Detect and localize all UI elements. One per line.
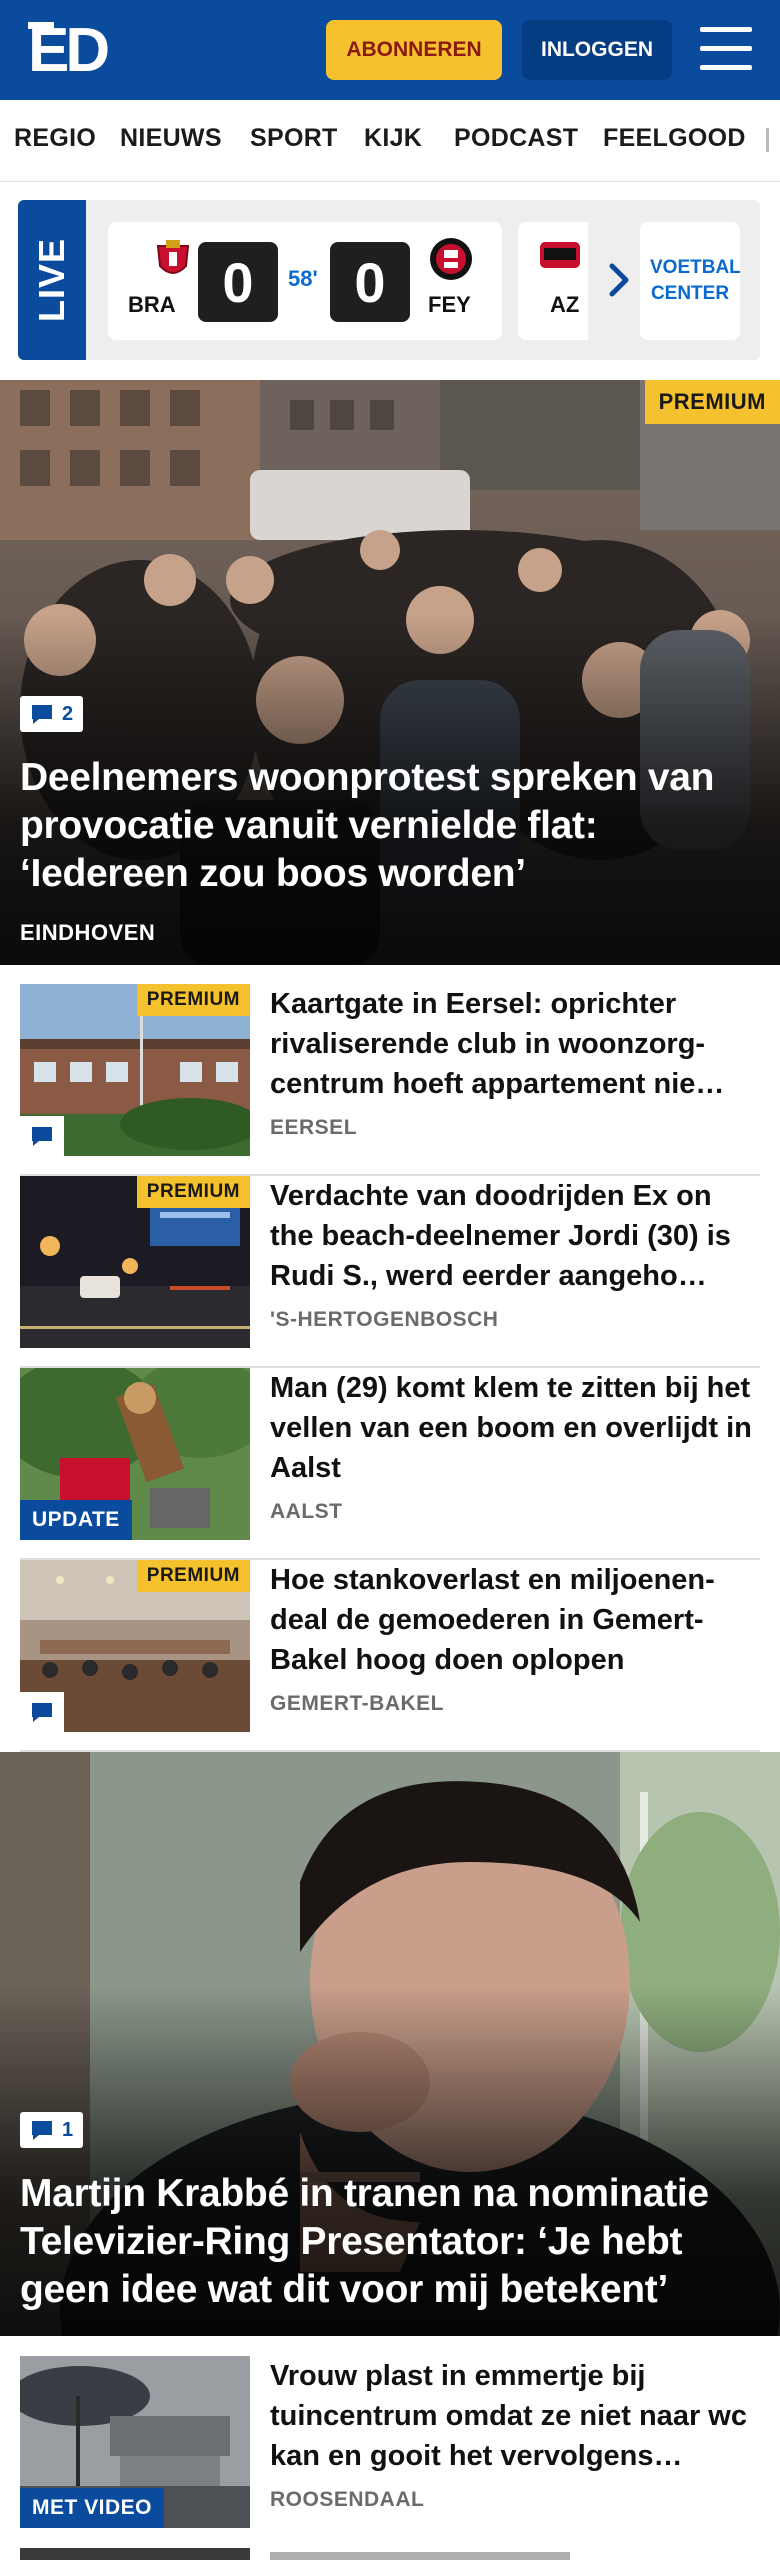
chevron-right-icon[interactable] [604,260,634,300]
feyenoord-crest-icon [430,238,472,280]
article-location: GEMERT-BAKEL [270,1692,444,1715]
login-button[interactable]: INLOGGEN [522,20,672,80]
premium-badge: PREMIUM [136,984,250,1016]
article-headline[interactable]: Verdachte van doodrijden Ex on the beach… [270,1176,760,1296]
live-label: LIVE [18,200,86,360]
article-thumbnail[interactable]: MET VIDEO [20,2356,250,2528]
article-headline[interactable]: Vrouw plast in emmertje bij tuincentrum … [270,2356,760,2476]
comment-badge [20,1692,64,1732]
match-minute: 58' [288,266,318,291]
nav-item-feelgood[interactable]: FEELGOOD [603,124,746,153]
voetbal-center-label: VOETBAL CENTER [650,257,741,304]
hero-article[interactable]: PREMIUM 2 Deelnemers woonprotest spreken… [0,380,780,965]
article-thumbnail[interactable]: PREMIUM [20,1560,250,1732]
comment-count: 2 [62,702,74,725]
voetbal-center-link[interactable]: VOETBAL CENTER [640,222,741,340]
article-item[interactable]: MET VIDEO Vrouw plast in emmertje bij tu… [20,2356,760,2548]
article-thumbnail[interactable]: UPDATE [20,1368,250,1540]
article-item[interactable]: PREMIUM Verdachte van doodrijden Ex on t… [20,1176,760,1368]
article-headline[interactable]: Kaartgate in Eersel: oprichter rivaliser… [270,984,760,1104]
article-location: AALST [270,1500,343,1523]
next-team-code: AZ [550,292,580,317]
hamburger-menu-icon[interactable] [700,27,754,71]
braga-crest-icon [156,240,190,274]
live-match-card[interactable]: BRA 0 58' 0 FEY [108,222,502,340]
live-scores-strip: LIVE BRA 0 58' 0 FEY AZ VOETBAL CENTER [18,200,760,360]
article-location: ROOSENDAAL [270,2488,425,2511]
comment-icon [32,1703,52,1722]
article-item[interactable]: UPDATE Man (29) komt klem te zitten bij … [20,1368,760,1560]
nav-item-podcast[interactable]: PODCAST [454,124,578,153]
article-thumbnail[interactable]: PREMIUM [20,984,250,1156]
article-location: 'S-HERTOGENBOSCH [270,1308,499,1331]
nav-item-kijk[interactable]: KIJK [364,124,422,153]
nav-item-sport[interactable]: SPORT [250,124,338,153]
comment-count: 1 [62,2118,74,2141]
update-badge: UPDATE [20,1500,132,1540]
hero-location: EINDHOVEN [20,920,156,945]
away-score: 0 [330,242,410,322]
az-crest-icon [540,242,580,268]
home-score: 0 [198,242,278,322]
article-item[interactable]: PREMIUM Kaartgate in Eersel: oprichter r… [20,984,760,1176]
away-team-code: FEY [428,292,471,317]
comment-badge [20,1116,64,1156]
section-nav: REGIO NIEUWS SPORT KIJK PODCAST FEELGOOD [0,100,780,182]
article-thumbnail[interactable]: PREMIUM [20,1176,250,1348]
comment-icon [32,2121,52,2140]
premium-badge: PREMIUM [136,1176,250,1208]
article-headline[interactable]: Man (29) komt klem te zitten bij het vel… [270,1368,760,1488]
comment-count-badge: 2 [20,696,84,732]
nav-item-nieuws[interactable]: NIEUWS [120,124,222,153]
article-item[interactable]: PREMIUM Hoe stankoverlast en miljoenen-d… [20,1560,760,1752]
premium-badge: PREMIUM [644,380,780,424]
comment-icon [32,705,52,724]
comment-icon [32,1127,52,1146]
hero-headline[interactable]: Deelnemers woonprotest spreken van provo… [20,754,760,898]
site-logo[interactable]: ED [28,20,118,82]
home-team-code: BRA [128,292,176,317]
premium-badge: PREMIUM [136,1560,250,1592]
article-headline[interactable]: Hoe stankoverlast en miljoenen-deal de g… [270,1560,760,1680]
next-match-card[interactable]: AZ [518,222,588,340]
video-badge: MET VIDEO [20,2488,165,2528]
site-header: ED ABONNEREN INLOGGEN [0,0,780,100]
hero-article-2[interactable]: 1 Martijn Krabbé in tranen na nominatie … [0,1752,780,2336]
next-article-thumbnail-partial [20,2548,250,2560]
next-article-headline-partial [270,2552,570,2560]
nav-item-regio[interactable]: REGIO [14,124,96,153]
subscribe-button[interactable]: ABONNEREN [326,20,502,80]
nav-overflow-divider [766,128,769,152]
hero-headline[interactable]: Martijn Krabbé in tranen na nominatie Te… [20,2170,760,2314]
comment-count-badge: 1 [20,2112,84,2148]
article-location: EERSEL [270,1116,358,1139]
